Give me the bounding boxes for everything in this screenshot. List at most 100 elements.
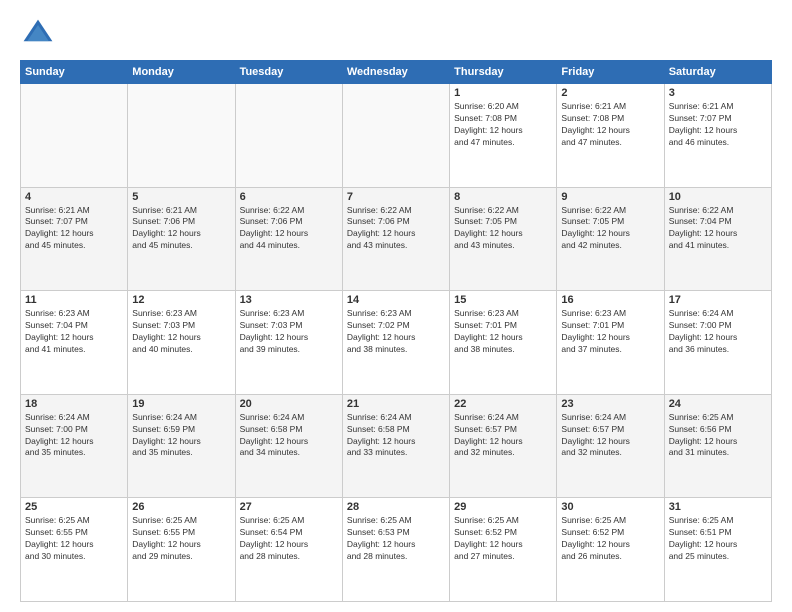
day-number: 11 <box>25 294 123 306</box>
day-number: 28 <box>347 501 445 513</box>
logo-icon <box>20 16 56 52</box>
day-info: Sunrise: 6:21 AM Sunset: 7:08 PM Dayligh… <box>561 101 659 149</box>
calendar-cell: 3 Sunrise: 6:21 AM Sunset: 7:07 PM Daylig… <box>664 84 771 188</box>
day-number: 14 <box>347 294 445 306</box>
calendar-cell: 30Sunrise: 6:25 AM Sunset: 6:52 PM Dayli… <box>557 498 664 602</box>
day-number: 1 <box>454 87 552 99</box>
day-number: 29 <box>454 501 552 513</box>
day-number: 13 <box>240 294 338 306</box>
day-info: Sunrise: 6:23 AM Sunset: 7:03 PM Dayligh… <box>132 308 230 356</box>
day-info: Sunrise: 6:25 AM Sunset: 6:52 PM Dayligh… <box>454 515 552 563</box>
day-info: Sunrise: 6:23 AM Sunset: 7:01 PM Dayligh… <box>454 308 552 356</box>
day-info: Sunrise: 6:20 AM Sunset: 7:08 PM Dayligh… <box>454 101 552 149</box>
day-info: Sunrise: 6:22 AM Sunset: 7:06 PM Dayligh… <box>347 205 445 253</box>
dow-header-thursday: Thursday <box>450 61 557 84</box>
calendar-cell: 19 Sunrise: 6:24 AM Sunset: 6:59 PM Dayli… <box>128 394 235 498</box>
day-info: Sunrise: 6:24 AM Sunset: 6:57 PM Dayligh… <box>454 412 552 460</box>
day-info: Sunrise: 6:24 AM Sunset: 6:57 PM Dayligh… <box>561 412 659 460</box>
day-info: Sunrise: 6:21 AM Sunset: 7:07 PM Dayligh… <box>25 205 123 253</box>
calendar-cell: 21Sunrise: 6:24 AM Sunset: 6:58 PM Dayli… <box>342 394 449 498</box>
day-info: Sunrise: 6:21 AM Sunset: 7:06 PM Dayligh… <box>132 205 230 253</box>
day-number: 15 <box>454 294 552 306</box>
day-info: Sunrise: 6:25 AM Sunset: 6:56 PM Dayligh… <box>669 412 767 460</box>
calendar-cell: 28 Sunrise: 6:25 AM Sunset: 6:53 PM Dayli… <box>342 498 449 602</box>
calendar-cell: 31 Sunrise: 6:25 AM Sunset: 6:51 PM Dayli… <box>664 498 771 602</box>
day-info: Sunrise: 6:23 AM Sunset: 7:04 PM Dayligh… <box>25 308 123 356</box>
day-info: Sunrise: 6:21 AM Sunset: 7:07 PM Dayligh… <box>669 101 767 149</box>
logo <box>20 16 60 52</box>
day-number: 5 <box>132 191 230 203</box>
day-number: 6 <box>240 191 338 203</box>
header <box>20 16 772 52</box>
calendar-cell: 6 Sunrise: 6:22 AM Sunset: 7:06 PM Daylig… <box>235 187 342 291</box>
day-number: 7 <box>347 191 445 203</box>
calendar-cell: 2 Sunrise: 6:21 AM Sunset: 7:08 PM Daylig… <box>557 84 664 188</box>
day-info: Sunrise: 6:25 AM Sunset: 6:54 PM Dayligh… <box>240 515 338 563</box>
day-info: Sunrise: 6:25 AM Sunset: 6:55 PM Dayligh… <box>25 515 123 563</box>
dow-header-tuesday: Tuesday <box>235 61 342 84</box>
calendar-cell: 26 Sunrise: 6:25 AM Sunset: 6:55 PM Dayli… <box>128 498 235 602</box>
day-number: 30 <box>561 501 659 513</box>
calendar-cell: 15 Sunrise: 6:23 AM Sunset: 7:01 PM Dayli… <box>450 291 557 395</box>
day-info: Sunrise: 6:25 AM Sunset: 6:55 PM Dayligh… <box>132 515 230 563</box>
day-info: Sunrise: 6:22 AM Sunset: 7:05 PM Dayligh… <box>561 205 659 253</box>
calendar-cell <box>128 84 235 188</box>
day-number: 4 <box>25 191 123 203</box>
calendar-cell: 27 Sunrise: 6:25 AM Sunset: 6:54 PM Dayli… <box>235 498 342 602</box>
day-number: 3 <box>669 87 767 99</box>
calendar-cell: 12 Sunrise: 6:23 AM Sunset: 7:03 PM Dayli… <box>128 291 235 395</box>
day-number: 27 <box>240 501 338 513</box>
dow-header-saturday: Saturday <box>664 61 771 84</box>
dow-header-friday: Friday <box>557 61 664 84</box>
calendar-cell: 9 Sunrise: 6:22 AM Sunset: 7:05 PM Daylig… <box>557 187 664 291</box>
calendar-cell: 16 Sunrise: 6:23 AM Sunset: 7:01 PM Dayli… <box>557 291 664 395</box>
calendar-cell: 25 Sunrise: 6:25 AM Sunset: 6:55 PM Dayli… <box>21 498 128 602</box>
day-info: Sunrise: 6:25 AM Sunset: 6:51 PM Dayligh… <box>669 515 767 563</box>
day-info: Sunrise: 6:22 AM Sunset: 7:06 PM Dayligh… <box>240 205 338 253</box>
page: SundayMondayTuesdayWednesdayThursdayFrid… <box>0 0 792 612</box>
day-number: 26 <box>132 501 230 513</box>
calendar-cell: 23 Sunrise: 6:24 AM Sunset: 6:57 PM Dayli… <box>557 394 664 498</box>
calendar-cell: 13 Sunrise: 6:23 AM Sunset: 7:03 PM Dayli… <box>235 291 342 395</box>
day-number: 25 <box>25 501 123 513</box>
day-info: Sunrise: 6:24 AM Sunset: 6:59 PM Dayligh… <box>132 412 230 460</box>
calendar-cell: 24 Sunrise: 6:25 AM Sunset: 6:56 PM Dayli… <box>664 394 771 498</box>
dow-header-wednesday: Wednesday <box>342 61 449 84</box>
calendar-cell: 4 Sunrise: 6:21 AM Sunset: 7:07 PM Daylig… <box>21 187 128 291</box>
day-info: Sunrise: 6:23 AM Sunset: 7:02 PM Dayligh… <box>347 308 445 356</box>
day-number: 16 <box>561 294 659 306</box>
day-info: Sunrise: 6:23 AM Sunset: 7:01 PM Dayligh… <box>561 308 659 356</box>
day-info: Sunrise: 6:22 AM Sunset: 7:04 PM Dayligh… <box>669 205 767 253</box>
day-info: Sunrise: 6:22 AM Sunset: 7:05 PM Dayligh… <box>454 205 552 253</box>
day-number: 22 <box>454 398 552 410</box>
calendar-cell: 1 Sunrise: 6:20 AM Sunset: 7:08 PM Daylig… <box>450 84 557 188</box>
calendar-cell: 18Sunrise: 6:24 AM Sunset: 7:00 PM Dayli… <box>21 394 128 498</box>
day-number: 19 <box>132 398 230 410</box>
calendar-cell: 20 Sunrise: 6:24 AM Sunset: 6:58 PM Dayli… <box>235 394 342 498</box>
calendar-cell: 5 Sunrise: 6:21 AM Sunset: 7:06 PM Daylig… <box>128 187 235 291</box>
calendar-cell: 29 Sunrise: 6:25 AM Sunset: 6:52 PM Dayli… <box>450 498 557 602</box>
day-number: 24 <box>669 398 767 410</box>
day-number: 2 <box>561 87 659 99</box>
day-number: 31 <box>669 501 767 513</box>
calendar-cell: 8Sunrise: 6:22 AM Sunset: 7:05 PM Daylig… <box>450 187 557 291</box>
day-number: 12 <box>132 294 230 306</box>
day-number: 23 <box>561 398 659 410</box>
calendar-cell: 11 Sunrise: 6:23 AM Sunset: 7:04 PM Dayli… <box>21 291 128 395</box>
calendar-cell <box>235 84 342 188</box>
day-info: Sunrise: 6:25 AM Sunset: 6:53 PM Dayligh… <box>347 515 445 563</box>
day-number: 18 <box>25 398 123 410</box>
calendar-cell: 14 Sunrise: 6:23 AM Sunset: 7:02 PM Dayli… <box>342 291 449 395</box>
day-info: Sunrise: 6:24 AM Sunset: 6:58 PM Dayligh… <box>347 412 445 460</box>
day-number: 9 <box>561 191 659 203</box>
day-number: 20 <box>240 398 338 410</box>
calendar-cell: 22 Sunrise: 6:24 AM Sunset: 6:57 PM Dayli… <box>450 394 557 498</box>
calendar-cell: 10 Sunrise: 6:22 AM Sunset: 7:04 PM Dayli… <box>664 187 771 291</box>
day-info: Sunrise: 6:24 AM Sunset: 6:58 PM Dayligh… <box>240 412 338 460</box>
dow-header-sunday: Sunday <box>21 61 128 84</box>
calendar-cell <box>21 84 128 188</box>
day-info: Sunrise: 6:23 AM Sunset: 7:03 PM Dayligh… <box>240 308 338 356</box>
calendar-table: SundayMondayTuesdayWednesdayThursdayFrid… <box>20 60 772 602</box>
day-number: 10 <box>669 191 767 203</box>
calendar-cell <box>342 84 449 188</box>
